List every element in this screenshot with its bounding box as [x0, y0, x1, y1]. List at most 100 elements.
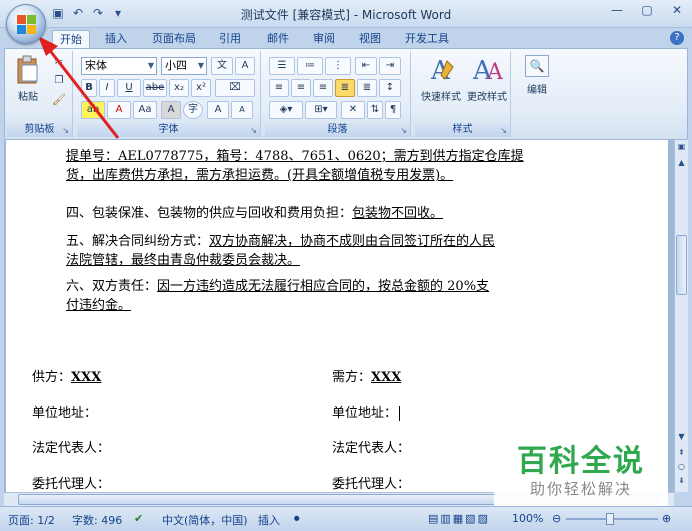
window-controls: — ▢ ✕ — [602, 0, 692, 20]
minimize-icon[interactable]: — — [602, 0, 632, 20]
tab-home[interactable]: 开始 — [52, 30, 90, 48]
paragraph-launcher-icon[interactable]: ↘ — [400, 126, 407, 135]
chinese-layout-button[interactable]: ✕ — [341, 101, 365, 119]
strikethrough-button[interactable]: abe — [143, 79, 167, 97]
buyer-value: XXX — [371, 370, 402, 385]
edit-label: 编辑 — [527, 85, 547, 96]
vertical-scroll-thumb[interactable] — [676, 235, 687, 295]
tab-view[interactable]: 视图 — [352, 30, 388, 48]
bold-button[interactable]: B — [81, 79, 97, 97]
proofing-icon[interactable]: ✔ — [134, 512, 143, 525]
dispute-value-1: 双方协商解决，协商不成则由合同签订所在的人民 — [209, 234, 496, 249]
font-size-combo[interactable]: 小四 ▼ — [161, 57, 207, 75]
paragraph-packaging: 四、包装保准、包装物的供应与回收和费用负担：包装物不回收。 — [66, 204, 576, 223]
find-icon: 🔍 — [525, 55, 549, 77]
window-title: 测试文件 [兼容模式] - Microsoft Word — [240, 8, 452, 22]
bullets-button[interactable]: ☰ — [269, 57, 295, 75]
borders-button[interactable]: ⊞▾ — [305, 101, 337, 119]
change-case-button[interactable]: Aa — [133, 101, 157, 119]
next-page-icon[interactable]: ⇟ — [675, 476, 688, 485]
highlight-button[interactable]: ab — [81, 101, 105, 119]
zoom-slider-knob[interactable] — [606, 513, 614, 525]
tab-references[interactable]: 引用 — [212, 30, 248, 48]
italic-button[interactable]: I — [99, 79, 115, 97]
superscript-button[interactable]: x² — [191, 79, 211, 97]
edit-button[interactable]: 🔍 编辑 — [519, 55, 555, 96]
close-icon[interactable]: ✕ — [662, 0, 692, 20]
char-shading-button[interactable]: A — [161, 101, 181, 119]
font-name-value: 宋体 — [85, 59, 107, 72]
copy-icon[interactable]: ❐ — [51, 75, 67, 89]
paragraph-dispute: 五、解决合同纠纷方式：双方协商解决，协商不成则由合同签订所在的人民 法院管辖，最… — [66, 232, 576, 270]
font-launcher-icon[interactable]: ↘ — [250, 126, 257, 135]
clipboard-launcher-icon[interactable]: ↘ — [62, 126, 69, 135]
zoom-in-icon[interactable]: ⊕ — [662, 512, 671, 525]
increase-indent-button[interactable]: ⇥ — [379, 57, 401, 75]
zoom-out-icon[interactable]: ⊖ — [552, 512, 561, 525]
vertical-scrollbar[interactable]: ▣ ▲ ▼ ⇞ ○ ⇟ — [674, 140, 688, 492]
align-right-button[interactable]: ≡ — [313, 79, 333, 97]
align-center-button[interactable]: ≡ — [291, 79, 311, 97]
zoom-slider[interactable] — [566, 513, 658, 525]
page-indicator[interactable]: 页面: 1/2 — [8, 512, 55, 528]
tab-insert[interactable]: 插入 — [98, 30, 134, 48]
browse-object-icon[interactable]: ○ — [675, 462, 688, 471]
font-color-button[interactable]: A — [107, 101, 131, 119]
char-border-button[interactable]: A — [235, 57, 255, 75]
zoom-level[interactable]: 100% — [512, 512, 543, 525]
tab-review[interactable]: 审阅 — [306, 30, 342, 48]
justify-button[interactable]: ≣ — [335, 79, 355, 97]
tab-developer[interactable]: 开发工具 — [398, 30, 456, 48]
line-spacing-button[interactable]: ↕ — [379, 79, 401, 97]
office-button[interactable] — [6, 4, 46, 44]
styles-launcher-icon[interactable]: ↘ — [500, 126, 507, 135]
tab-page-layout[interactable]: 页面布局 — [145, 30, 203, 48]
cut-icon[interactable]: ✂ — [51, 57, 67, 71]
quick-styles-label: 快速样式 — [421, 92, 461, 103]
paint-bucket-icon: ◈▾ — [279, 104, 293, 115]
pilcrow-icon: ¶ — [389, 104, 397, 115]
liability-value-2: 付违约金。 — [66, 298, 132, 313]
shrink-font-button[interactable]: A — [231, 101, 253, 119]
line-spacing-icon: ↕ — [385, 82, 395, 93]
grow-font-button[interactable]: A — [207, 101, 229, 119]
align-left-button[interactable]: ≡ — [269, 79, 289, 97]
decrease-indent-button[interactable]: ⇤ — [355, 57, 377, 75]
view-buttons[interactable]: ▤▥▦▧▨ — [428, 512, 490, 525]
help-icon[interactable]: ? — [670, 31, 684, 45]
insert-mode[interactable]: 插入 — [258, 512, 280, 528]
justify-icon: ≣ — [340, 82, 350, 93]
macro-record-icon[interactable]: ⏺ — [294, 512, 300, 526]
paste-icon — [17, 55, 38, 84]
scroll-down-icon[interactable]: ▼ — [675, 432, 688, 441]
paste-button[interactable]: 粘贴 — [13, 55, 43, 111]
ruler-toggle-icon[interactable]: ▣ — [675, 142, 688, 151]
change-styles-icon: A A — [472, 56, 504, 86]
clear-format-button[interactable]: ⌧ — [215, 79, 255, 97]
underline-button[interactable]: U — [117, 79, 141, 97]
numbering-button[interactable]: ≔ — [297, 57, 323, 75]
buyer-legal-rep: 法定代表人： — [332, 441, 411, 456]
liability-label: 六、双方责任： — [66, 279, 158, 294]
distributed-button[interactable]: ≣ — [357, 79, 377, 97]
multilevel-list-button[interactable]: ⋮ — [325, 57, 351, 75]
enclose-char-button[interactable]: 字 — [183, 101, 203, 119]
sort-button[interactable]: ⇅ — [367, 101, 383, 119]
subscript-button[interactable]: x₂ — [169, 79, 189, 97]
supplier-legal-rep: 法定代表人： — [32, 441, 111, 456]
previous-page-icon[interactable]: ⇞ — [675, 448, 688, 457]
align-right-icon: ≡ — [318, 82, 328, 93]
scroll-up-icon[interactable]: ▲ — [675, 158, 688, 167]
phonetic-guide-button[interactable]: 文 — [211, 57, 233, 75]
quick-styles-button[interactable]: A 快速样式 — [419, 55, 463, 103]
tab-mailings[interactable]: 邮件 — [260, 30, 296, 48]
word-count[interactable]: 字数: 496 — [72, 512, 122, 528]
change-styles-button[interactable]: A A 更改样式 — [465, 55, 509, 103]
show-marks-button[interactable]: ¶ — [385, 101, 401, 119]
shading-button[interactable]: ◈▾ — [269, 101, 303, 119]
font-name-combo[interactable]: 宋体 ▼ — [81, 57, 157, 75]
maximize-icon[interactable]: ▢ — [632, 0, 662, 20]
language-indicator[interactable]: 中文(简体，中国) — [162, 512, 248, 528]
increase-indent-icon: ⇥ — [385, 60, 395, 71]
format-painter-icon[interactable]: 🖌 — [51, 93, 67, 107]
